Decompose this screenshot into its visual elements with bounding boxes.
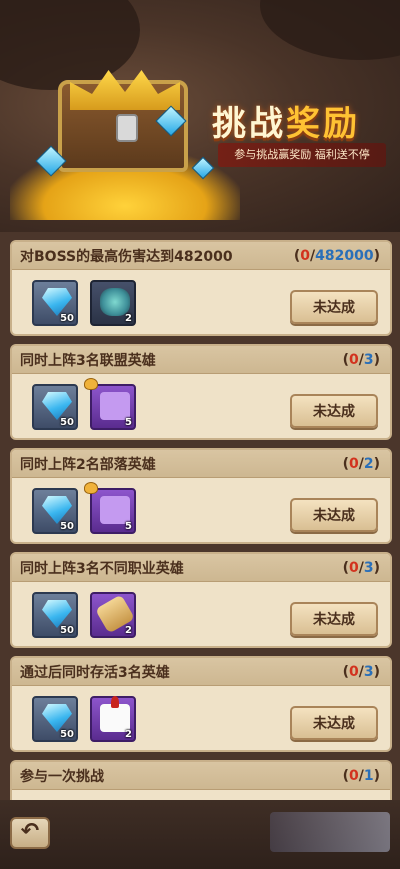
- reward-item[interactable]: 50: [32, 592, 78, 638]
- task-progress: (0/3): [342, 559, 380, 576]
- gold-badge-icon: [84, 482, 98, 494]
- task-progress: (0/2): [342, 455, 380, 472]
- reward-quantity: 5: [125, 417, 132, 428]
- progress-total: 3: [363, 559, 374, 576]
- task-card: 同时上阵2名部落英雄 (0/2) 50 5 未达成: [10, 448, 392, 544]
- task-title: 同时上阵3名不同职业英雄: [20, 560, 184, 577]
- banner-title-part1: 挑战: [212, 104, 286, 144]
- gold-badge-icon: [84, 378, 98, 390]
- reward-list: 50 2: [32, 280, 136, 326]
- reward-quantity: 50: [60, 625, 74, 636]
- reward-list: 50 2: [32, 696, 136, 742]
- reward-item[interactable]: 2: [90, 696, 136, 742]
- reward-item[interactable]: 5: [84, 378, 136, 430]
- progress-current: 0: [348, 455, 359, 472]
- reward-item[interactable]: 50: [32, 488, 78, 534]
- reward-list: 50 5: [32, 378, 136, 430]
- reward-list: 50 5: [32, 482, 136, 534]
- progress-total: 2: [363, 455, 374, 472]
- challenge-reward-banner: 挑战奖励 参与挑战赢奖励 福利送不停: [0, 0, 400, 232]
- task-title: 参与一次挑战: [20, 768, 104, 785]
- blue-diamond-icon: [42, 496, 72, 524]
- reward-quantity: 50: [60, 521, 74, 532]
- progress-total: 1: [363, 767, 374, 784]
- reward-item[interactable]: 5: [84, 482, 136, 534]
- task-header: 参与一次挑战 (0/1): [12, 762, 390, 790]
- not-achieved-button[interactable]: 未达成: [290, 706, 378, 740]
- lock-icon: [116, 114, 138, 142]
- reward-item[interactable]: 50: [32, 280, 78, 326]
- teal-rune-icon: [100, 288, 130, 316]
- blue-diamond-icon: [42, 704, 72, 732]
- cave-rock-decoration: [0, 0, 140, 90]
- progress-current: 0: [348, 559, 359, 576]
- task-card: 同时上阵3名联盟英雄 (0/3) 50 5 未达成: [10, 344, 392, 440]
- not-achieved-button[interactable]: 未达成: [290, 498, 378, 532]
- back-arrow-icon: ↶: [20, 819, 40, 844]
- task-title: 对BOSS的最高伤害达到482000: [20, 248, 233, 265]
- task-title: 同时上阵3名联盟英雄: [20, 352, 156, 369]
- not-achieved-button[interactable]: 未达成: [290, 290, 378, 324]
- task-title: 通过后同时存活3名英雄: [20, 664, 170, 681]
- task-progress: (0/3): [342, 663, 380, 680]
- blue-diamond-icon: [42, 392, 72, 420]
- alliance-emblem-icon: [100, 392, 130, 420]
- progress-total: 3: [363, 351, 374, 368]
- reward-item[interactable]: 50: [32, 384, 78, 430]
- progress-current: 0: [348, 767, 359, 784]
- reward-quantity: 50: [60, 417, 74, 428]
- progress-current: 0: [300, 247, 311, 264]
- blue-diamond-icon: [42, 288, 72, 316]
- back-button[interactable]: ↶: [10, 817, 50, 849]
- not-achieved-button[interactable]: 未达成: [290, 602, 378, 636]
- task-card: 对BOSS的最高伤害达到482000 (0/482000) 50 2 未达成: [10, 240, 392, 336]
- reward-quantity: 2: [125, 313, 132, 324]
- reward-item[interactable]: 2: [90, 592, 136, 638]
- reward-quantity: 50: [60, 729, 74, 740]
- task-header: 同时上阵2名部落英雄 (0/2): [12, 450, 390, 478]
- banner-title: 挑战奖励: [212, 96, 360, 145]
- task-header: 对BOSS的最高伤害达到482000 (0/482000): [12, 242, 390, 270]
- reward-quantity: 2: [125, 625, 132, 636]
- progress-total: 3: [363, 663, 374, 680]
- task-title: 同时上阵2名部落英雄: [20, 456, 156, 473]
- blue-diamond-icon: [42, 600, 72, 628]
- reward-quantity: 5: [125, 521, 132, 532]
- reward-quantity: 2: [125, 729, 132, 740]
- task-progress: (0/1): [342, 767, 380, 784]
- progress-current: 0: [348, 351, 359, 368]
- task-list[interactable]: 对BOSS的最高伤害达到482000 (0/482000) 50 2 未达成 同…: [0, 232, 400, 800]
- reward-quantity: 50: [60, 313, 74, 324]
- task-header: 通过后同时存活3名英雄 (0/3): [12, 658, 390, 686]
- task-progress: (0/3): [342, 351, 380, 368]
- not-achieved-button[interactable]: 未达成: [290, 394, 378, 428]
- banner-subtitle: 参与挑战赢奖励 福利送不停: [218, 143, 386, 167]
- reward-list: 50 2: [32, 592, 136, 638]
- dice-icon: [100, 696, 130, 732]
- watermark-logo: [270, 812, 390, 852]
- task-header: 同时上阵3名联盟英雄 (0/3): [12, 346, 390, 374]
- reward-item[interactable]: 50: [32, 696, 78, 742]
- task-card: 通过后同时存活3名英雄 (0/3) 50 2 未达成: [10, 656, 392, 752]
- progress-total: 482000: [315, 247, 374, 264]
- task-progress: (0/482000): [293, 247, 380, 264]
- task-card: 同时上阵3名不同职业英雄 (0/3) 50 2 未达成: [10, 552, 392, 648]
- cave-rock-decoration: [260, 0, 400, 60]
- progress-current: 0: [348, 663, 359, 680]
- horde-emblem-icon: [100, 496, 130, 524]
- task-header: 同时上阵3名不同职业英雄 (0/3): [12, 554, 390, 582]
- banner-title-part2: 奖励: [286, 104, 360, 144]
- reward-item[interactable]: 2: [90, 280, 136, 326]
- task-card: 参与一次挑战 (0/1): [10, 760, 392, 800]
